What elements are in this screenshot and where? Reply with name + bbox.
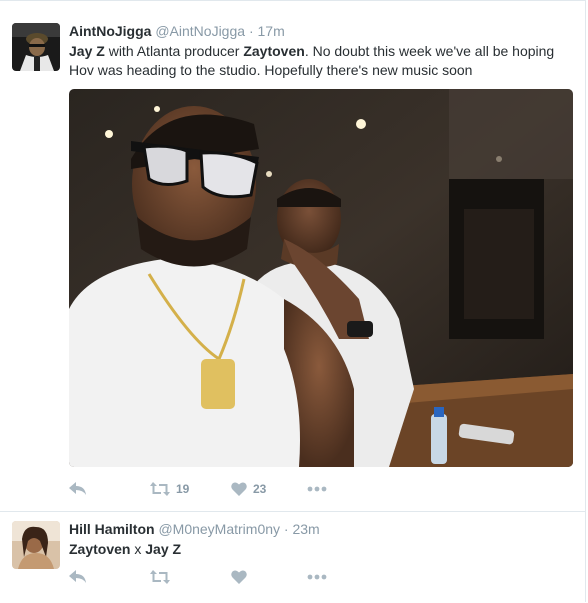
more-button[interactable] [307,567,327,587]
like-button[interactable]: 23 [231,479,266,499]
mention-jay-z: Jay Z [145,541,182,557]
text-fragment: with Atlanta producer [104,43,244,59]
more-icon [307,574,327,580]
like-count: 23 [253,482,267,496]
retweet-count: 19 [176,482,190,496]
retweet-button[interactable]: 19 [150,479,189,499]
like-button[interactable] [231,567,247,587]
display-name[interactable]: AintNoJigga [69,23,151,39]
more-icon [307,486,327,492]
display-name[interactable]: Hill Hamilton [69,521,155,537]
separator: · [283,521,289,537]
timeline: AintNoJigga @AintNoJigga · 17m Jay Z wit… [0,0,586,602]
separator: · [248,23,254,39]
avatar[interactable] [12,23,60,71]
timestamp[interactable]: 17m [258,23,285,39]
avatar[interactable] [12,521,60,569]
mention-zaytoven: Zaytoven [243,43,305,59]
tweet[interactable]: Hill Hamilton @M0neyMatrim0ny · 23m Zayt… [0,512,586,603]
username[interactable]: @M0neyMatrim0ny [158,521,280,537]
reply-button[interactable] [69,479,87,499]
more-button[interactable] [307,479,327,499]
heart-icon [231,482,247,496]
tweet-actions [69,567,369,587]
timestamp[interactable]: 23m [292,521,319,537]
tweet-actions: 19 23 [69,479,369,499]
mention-jay-z: Jay Z [69,43,105,59]
tweet[interactable]: AintNoJigga @AintNoJigga · 17m Jay Z wit… [0,1,586,512]
mention-zaytoven: Zaytoven [69,541,131,557]
retweet-icon [150,482,170,496]
tweet-header: AintNoJigga @AintNoJigga · 17m [69,23,285,39]
tweet-photo[interactable] [69,89,573,467]
retweet-icon [150,570,170,584]
reply-icon [69,482,86,495]
heart-icon [231,570,247,584]
reply-icon [69,570,86,583]
tweet-text: Jay Z with Atlanta producer Zaytoven. No… [69,42,569,80]
retweet-button[interactable] [150,567,170,587]
tweet-header: Hill Hamilton @M0neyMatrim0ny · 23m [69,521,320,537]
text-fragment: x [130,541,146,557]
reply-button[interactable] [69,567,87,587]
tweet-text: Zaytoven x Jay Z [69,540,569,559]
username[interactable]: @AintNoJigga [155,23,245,39]
